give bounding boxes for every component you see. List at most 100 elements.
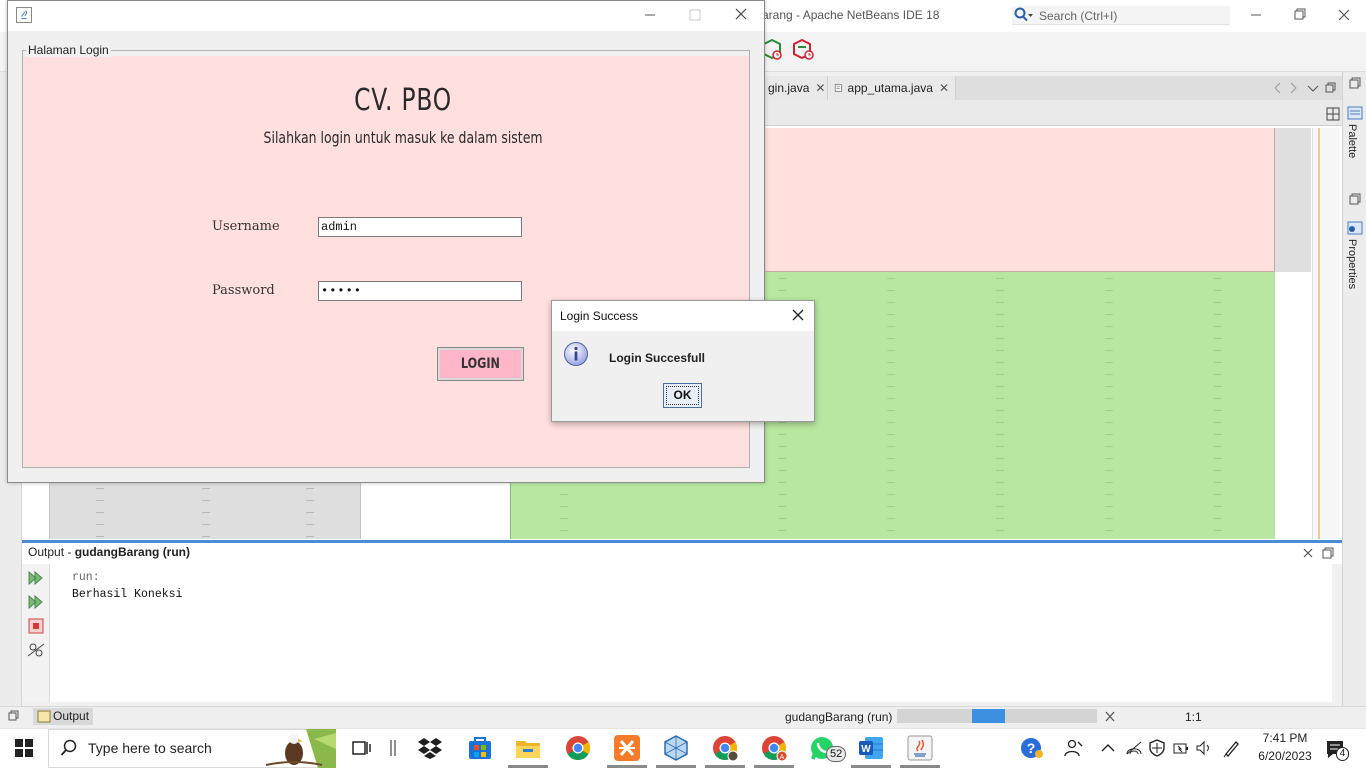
palette-panel-tab[interactable]: Palette: [1346, 124, 1358, 158]
close-icon[interactable]: [1329, 4, 1359, 26]
password-label: Password: [212, 283, 275, 298]
design-vertical-scrollbar[interactable]: [1312, 128, 1340, 539]
login-instruction: Silahkan login untuk masuk ke dalam sist…: [263, 128, 543, 147]
file-explorer-icon[interactable]: [514, 734, 542, 762]
company-heading: CV. PBO: [354, 83, 452, 118]
battery-icon[interactable]: [1172, 740, 1190, 756]
editor-tab-label: app_utama.java: [847, 81, 933, 95]
pen-icon[interactable]: [1222, 738, 1242, 758]
dropbox-icon[interactable]: [416, 734, 444, 762]
output-panel-title: Output - gudangBarang (run): [28, 545, 190, 559]
netbeans-status-bar: [0, 706, 1366, 728]
output-title-project: gudangBarang (run): [74, 545, 191, 559]
login-close-icon[interactable]: [728, 4, 754, 26]
people-icon[interactable]: [1064, 739, 1084, 757]
task-view-icon[interactable]: [348, 734, 376, 762]
output-window-icon: [37, 710, 51, 723]
wifi-icon[interactable]: [1125, 740, 1143, 756]
show-hidden-icons-chevron-icon[interactable]: [1100, 740, 1116, 756]
running-project-label: gudangBarang (run): [785, 710, 893, 724]
java-icon[interactable]: [906, 734, 934, 762]
progress-bar-fill: [972, 709, 1005, 723]
close-tab-icon[interactable]: ✕: [815, 81, 825, 95]
security-shield-icon[interactable]: [1148, 739, 1166, 757]
close-output-icon[interactable]: [1301, 546, 1315, 560]
restore-window-icon[interactable]: [1348, 192, 1362, 206]
svg-text:?: ?: [1027, 740, 1036, 756]
chrome-icon[interactable]: [564, 734, 592, 762]
layout-spring-guide: [202, 482, 210, 539]
login-minimize-icon[interactable]: [637, 4, 663, 26]
ok-button[interactable]: OK: [663, 383, 702, 408]
dialog-title: Login Success: [560, 309, 639, 323]
windows-start-icon[interactable]: [14, 738, 34, 758]
layout-spring-guide: [1105, 272, 1113, 539]
output-title-prefix: Output -: [28, 545, 75, 559]
java-app-icon: [16, 7, 32, 23]
output-text-area[interactable]: [50, 564, 1332, 702]
information-icon: [564, 342, 588, 366]
stop-icon[interactable]: [27, 618, 45, 634]
dialog-close-icon[interactable]: [786, 304, 810, 326]
microsoft-store-icon[interactable]: [466, 734, 494, 762]
properties-icon[interactable]: [1347, 220, 1363, 236]
login-button[interactable]: LOGIN: [437, 347, 524, 381]
profile-file-icon[interactable]: [792, 38, 816, 62]
layout-spring-guide: [1214, 272, 1222, 539]
java-file-icon: [834, 84, 842, 92]
output-status-tab-label: Output: [53, 709, 90, 723]
palette-icon[interactable]: [1347, 105, 1363, 121]
layout-spring-guide: [306, 482, 314, 539]
editor-tab-login[interactable]: gin.java ✕: [762, 76, 828, 100]
search-icon: [60, 739, 77, 756]
output-line: run:: [72, 571, 100, 584]
chrome-profile-a-icon[interactable]: A: [760, 734, 788, 762]
login-button-label: LOGIN: [461, 356, 500, 372]
netbeans-search-placeholder: Search (Ctrl+I): [1039, 9, 1118, 23]
volume-icon[interactable]: [1195, 740, 1213, 756]
notifications-badge: 4: [1336, 747, 1349, 761]
caret-position: 1:1: [1185, 710, 1202, 724]
profile-project-icon[interactable]: [762, 38, 784, 62]
search-highlight-eagle-icon: [265, 729, 336, 768]
whatsapp-unread-badge: 52: [826, 746, 847, 762]
help-icon[interactable]: ?: [1020, 737, 1044, 759]
word-icon[interactable]: W: [857, 734, 885, 762]
login-maximize-icon[interactable]: [682, 4, 708, 26]
rerun-with-options-icon[interactable]: [27, 594, 45, 610]
layout-spring-guide: [96, 482, 104, 539]
close-tab-icon[interactable]: ✕: [939, 81, 949, 95]
chrome-profile-icon[interactable]: [711, 734, 739, 762]
virtualbox-icon[interactable]: [662, 734, 690, 762]
password-field[interactable]: •••••: [318, 281, 522, 301]
restore-icon[interactable]: [1285, 4, 1315, 26]
cancel-progress-icon[interactable]: [1103, 710, 1117, 723]
settings-icon[interactable]: [27, 642, 45, 658]
restore-output-icon[interactable]: [1321, 546, 1335, 560]
output-line: Berhasil Koneksi: [72, 588, 183, 601]
restore-window-icon[interactable]: [1348, 76, 1362, 90]
svg-text:W: W: [861, 744, 871, 755]
username-field[interactable]: admin: [318, 217, 522, 237]
design-margin-line: [1318, 128, 1320, 539]
editor-tab-label: gin.java: [768, 81, 810, 95]
layout-spring-guide: [887, 272, 895, 539]
svg-text:A: A: [780, 754, 785, 761]
expand-icon[interactable]: [1326, 107, 1340, 121]
rerun-icon[interactable]: [27, 570, 45, 586]
editor-tab-app-utama[interactable]: app_utama.java ✕: [828, 76, 956, 100]
search-icon[interactable]: [1013, 7, 1033, 23]
taskbar-clock-time[interactable]: 7:41 PM: [1254, 731, 1316, 745]
minimize-icon[interactable]: [1241, 4, 1271, 26]
restore-status-icon[interactable]: [8, 710, 20, 722]
properties-panel-tab[interactable]: Properties: [1346, 239, 1358, 289]
design-gray-side-panel: [1275, 128, 1311, 272]
xampp-icon[interactable]: [613, 734, 641, 762]
username-label: Username: [212, 219, 280, 234]
netbeans-window-title: arang - Apache NetBeans IDE 18: [762, 8, 940, 22]
tab-navigation-icons[interactable]: [1270, 80, 1336, 96]
netbeans-right-strip: [1342, 72, 1366, 706]
taskbar-clock-date[interactable]: 6/20/2023: [1250, 749, 1320, 763]
login-panel-title: Halaman Login: [26, 43, 111, 57]
output-panel-header: [22, 540, 1342, 564]
